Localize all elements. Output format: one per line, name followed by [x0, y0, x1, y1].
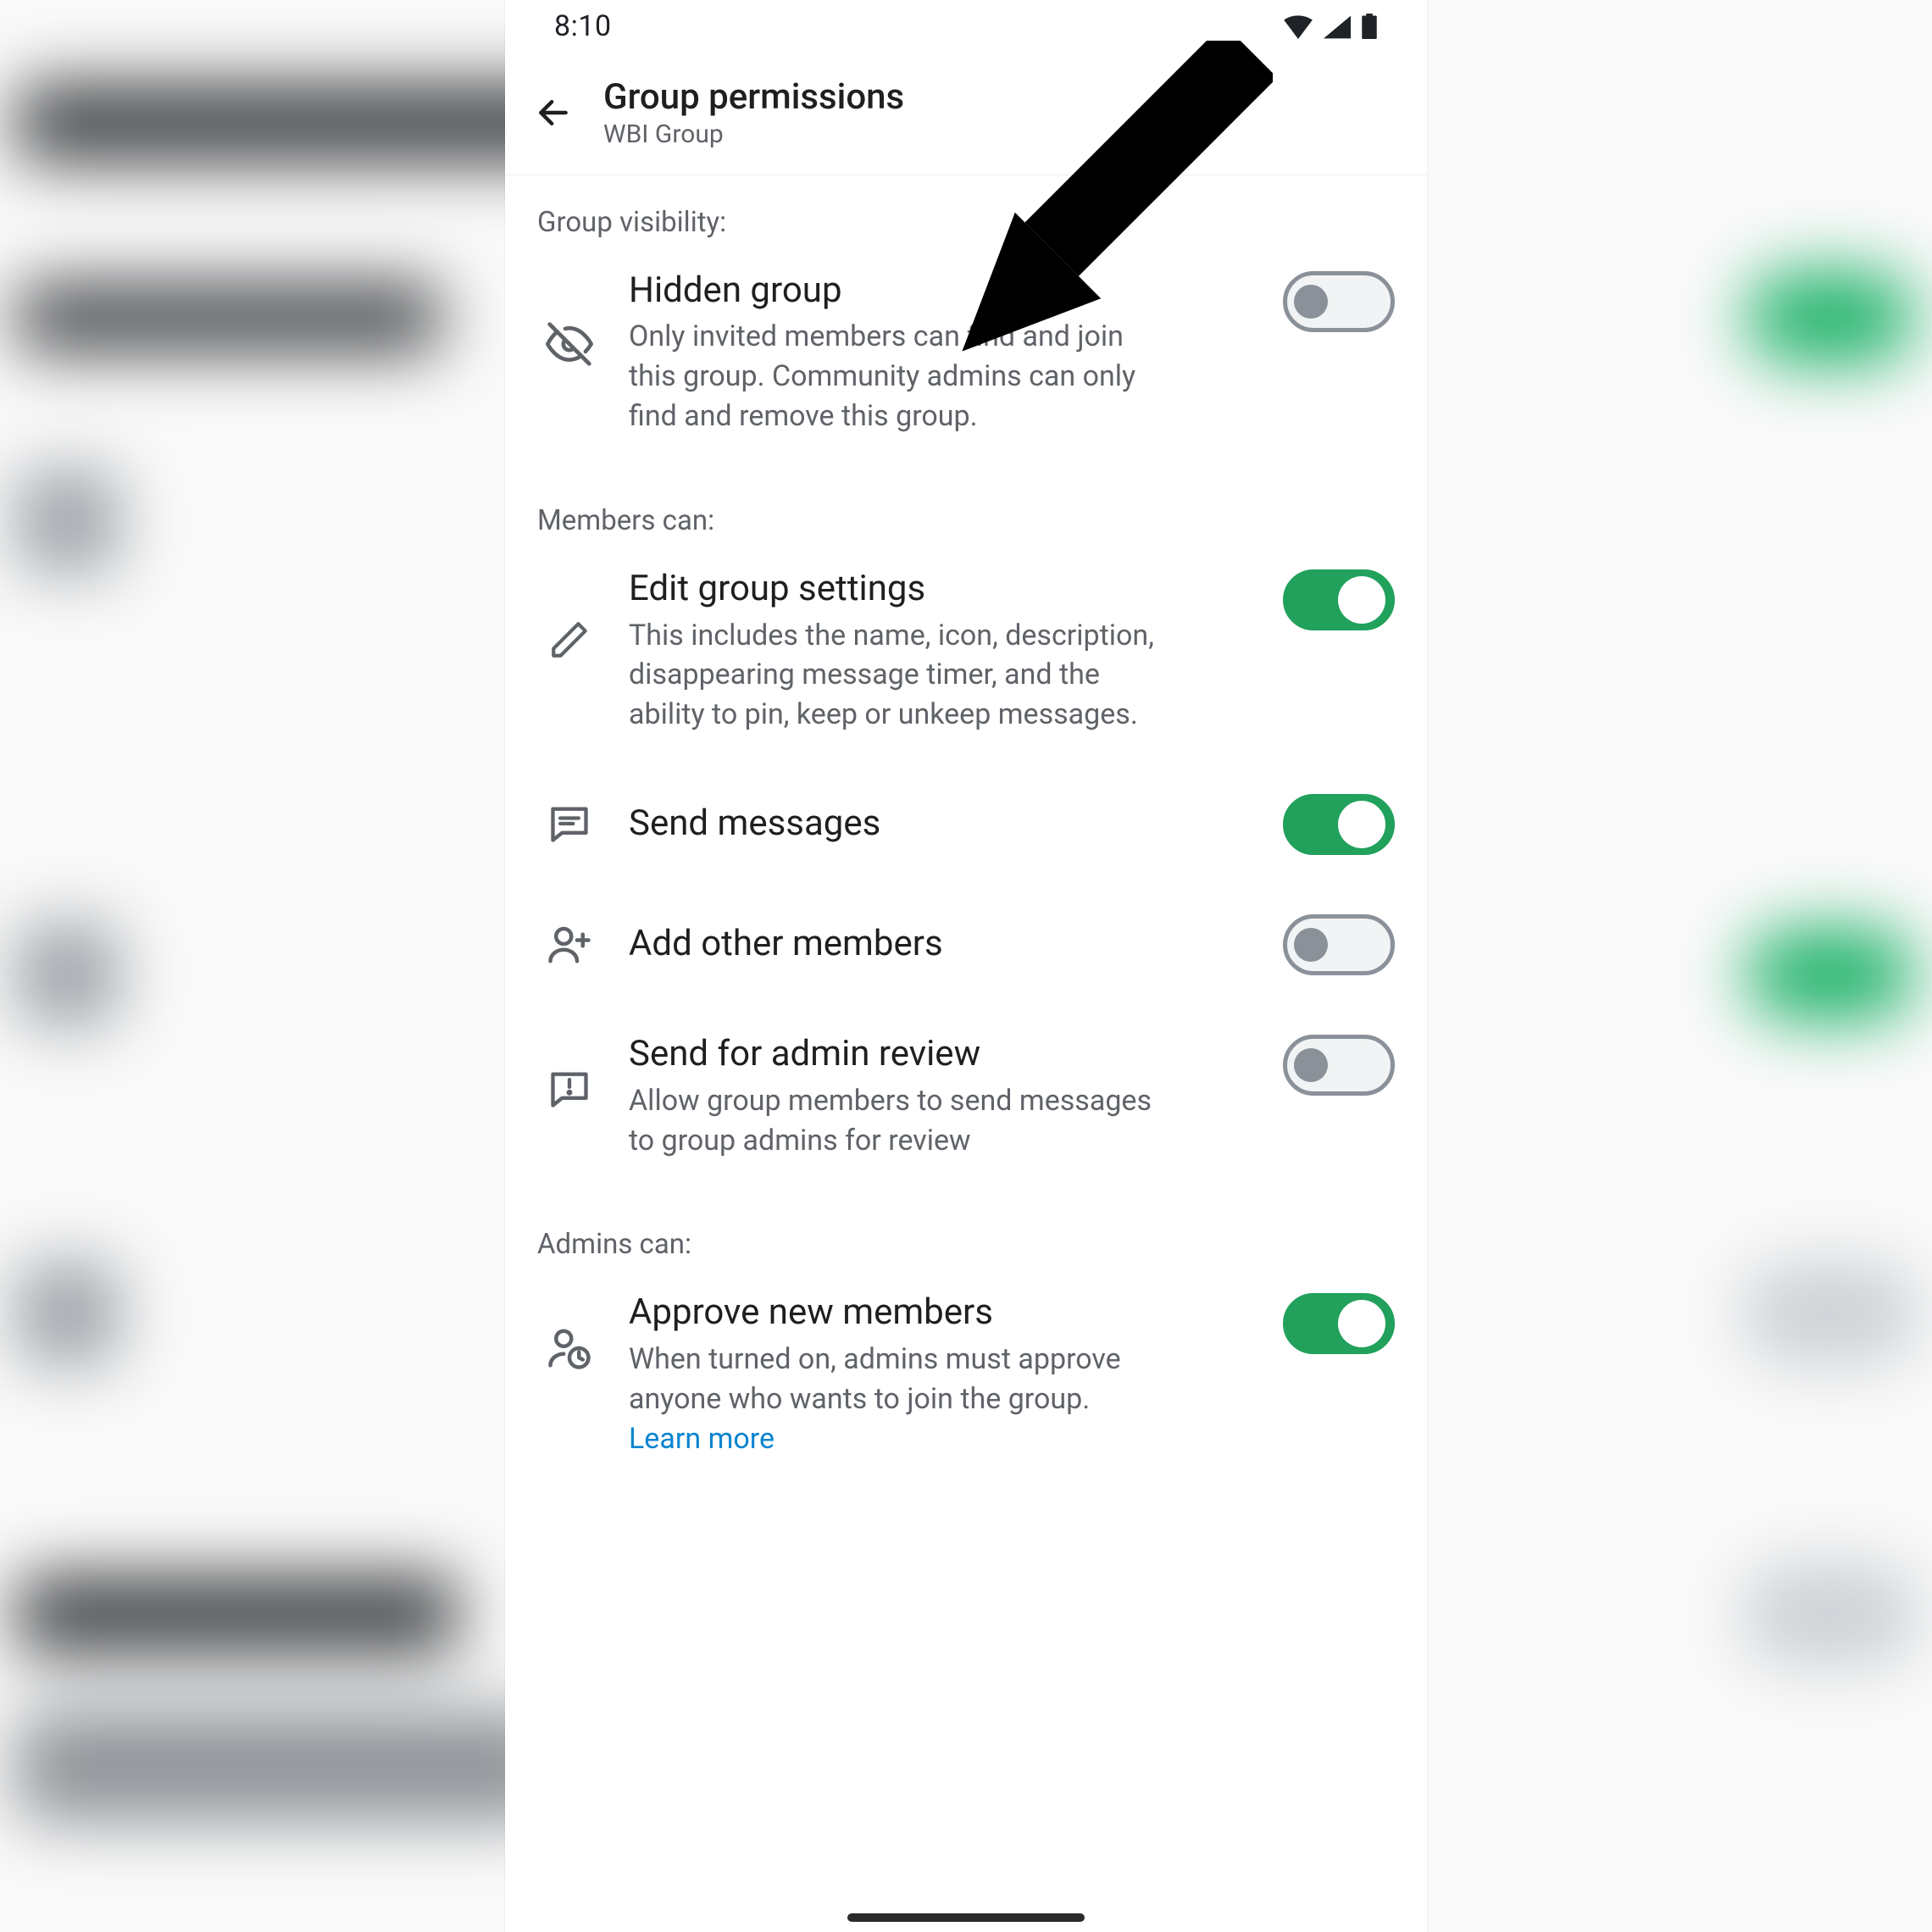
pencil-icon [548, 619, 591, 661]
message-icon [547, 802, 591, 846]
send-messages-title: Send messages [629, 802, 1239, 845]
row-add-members[interactable]: Add other members [505, 892, 1427, 996]
section-label-visibility: Group visibility: [505, 175, 1427, 249]
row-edit-settings[interactable]: Edit group settings This includes the na… [505, 547, 1427, 755]
add-person-icon [547, 921, 592, 967]
edit-settings-desc: This includes the name, icon, descriptio… [629, 616, 1154, 736]
status-time: 8:10 [554, 9, 612, 43]
add-members-toggle[interactable] [1283, 914, 1395, 975]
approve-members-desc: When turned on, admins must approve anyo… [629, 1340, 1154, 1459]
phone-screen: 8:10 Group permissions WBI Group Group v… [505, 0, 1427, 1932]
page-subtitle: WBI Group [603, 119, 904, 149]
hidden-group-title: Hidden group [629, 269, 1239, 312]
add-members-title: Add other members [629, 923, 1239, 965]
signal-icon [1324, 15, 1351, 39]
back-button[interactable] [534, 93, 573, 132]
edit-settings-toggle[interactable] [1283, 569, 1395, 630]
status-icons [1283, 14, 1378, 39]
home-indicator [847, 1913, 1085, 1922]
report-icon [547, 1067, 591, 1111]
wifi-icon [1283, 15, 1313, 39]
app-bar: Group permissions WBI Group [505, 47, 1427, 175]
row-send-messages[interactable]: Send messages [505, 772, 1427, 875]
send-messages-toggle[interactable] [1283, 794, 1395, 855]
page-title: Group permissions [603, 76, 904, 118]
approve-members-title: Approve new members [629, 1291, 1239, 1334]
admin-review-desc: Allow group members to send messages to … [629, 1081, 1154, 1161]
hidden-group-toggle[interactable] [1283, 271, 1395, 332]
section-label-members: Members can: [505, 474, 1427, 547]
row-admin-review[interactable]: Send for admin review Allow group member… [505, 1013, 1427, 1180]
status-bar: 8:10 [505, 0, 1427, 47]
row-hidden-group[interactable]: Hidden group Only invited members can fi… [505, 249, 1427, 457]
person-clock-icon [547, 1325, 592, 1371]
admin-review-toggle[interactable] [1283, 1035, 1395, 1096]
hidden-eye-icon [546, 320, 593, 368]
section-label-admins: Admins can: [505, 1197, 1427, 1271]
row-approve-members[interactable]: Approve new members When turned on, admi… [505, 1271, 1427, 1479]
back-arrow-icon [535, 94, 572, 131]
battery-icon [1361, 14, 1378, 39]
edit-settings-title: Edit group settings [629, 568, 1239, 610]
learn-more-link[interactable]: Learn more [629, 1422, 774, 1456]
hidden-group-desc: Only invited members can find and join t… [629, 317, 1154, 436]
approve-members-toggle[interactable] [1283, 1293, 1395, 1354]
admin-review-title: Send for admin review [629, 1033, 1239, 1075]
